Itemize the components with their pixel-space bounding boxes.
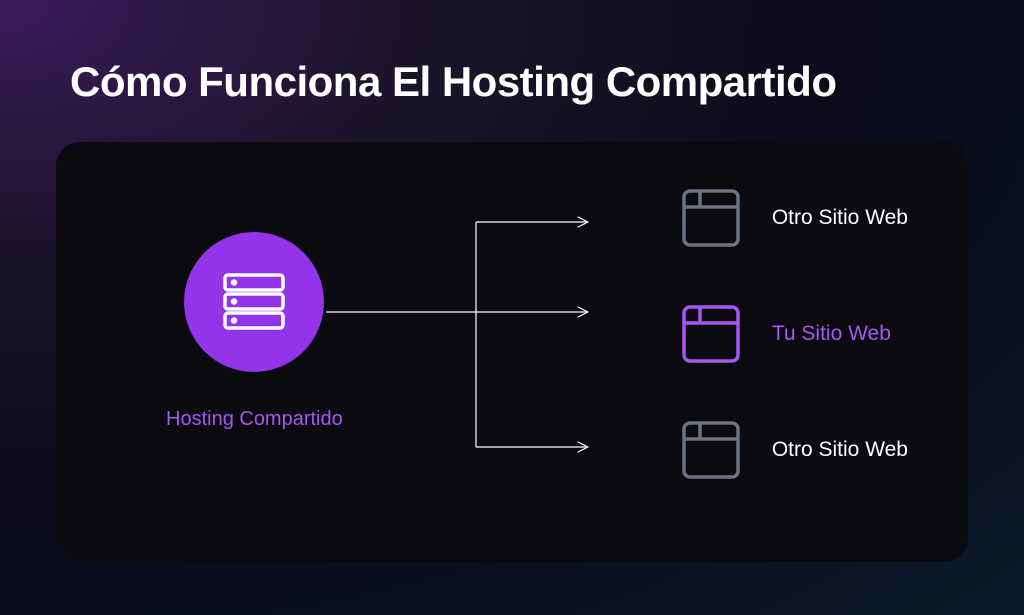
site-label-other-1: Otro Sitio Web [772,206,908,230]
browser-icon [680,187,742,249]
diagram-container: Hosting Compartido Otro Sitio Web [56,142,968,562]
server-icon [219,267,289,337]
site-row-other-2: Otro Sitio Web [680,419,908,481]
site-label-other-2: Otro Sitio Web [772,438,908,462]
site-label-yours: Tu Sitio Web [772,322,891,346]
site-row-yours: Tu Sitio Web [680,303,908,365]
browser-icon [680,419,742,481]
sites-column: Otro Sitio Web Tu Sitio Web Otro Sitio W… [680,187,908,481]
site-row-other-1: Otro Sitio Web [680,187,908,249]
page-title: Cómo Funciona El Hosting Compartido [0,0,1024,106]
server-circle [184,232,324,372]
browser-icon [680,303,742,365]
connection-arrows [316,202,596,482]
